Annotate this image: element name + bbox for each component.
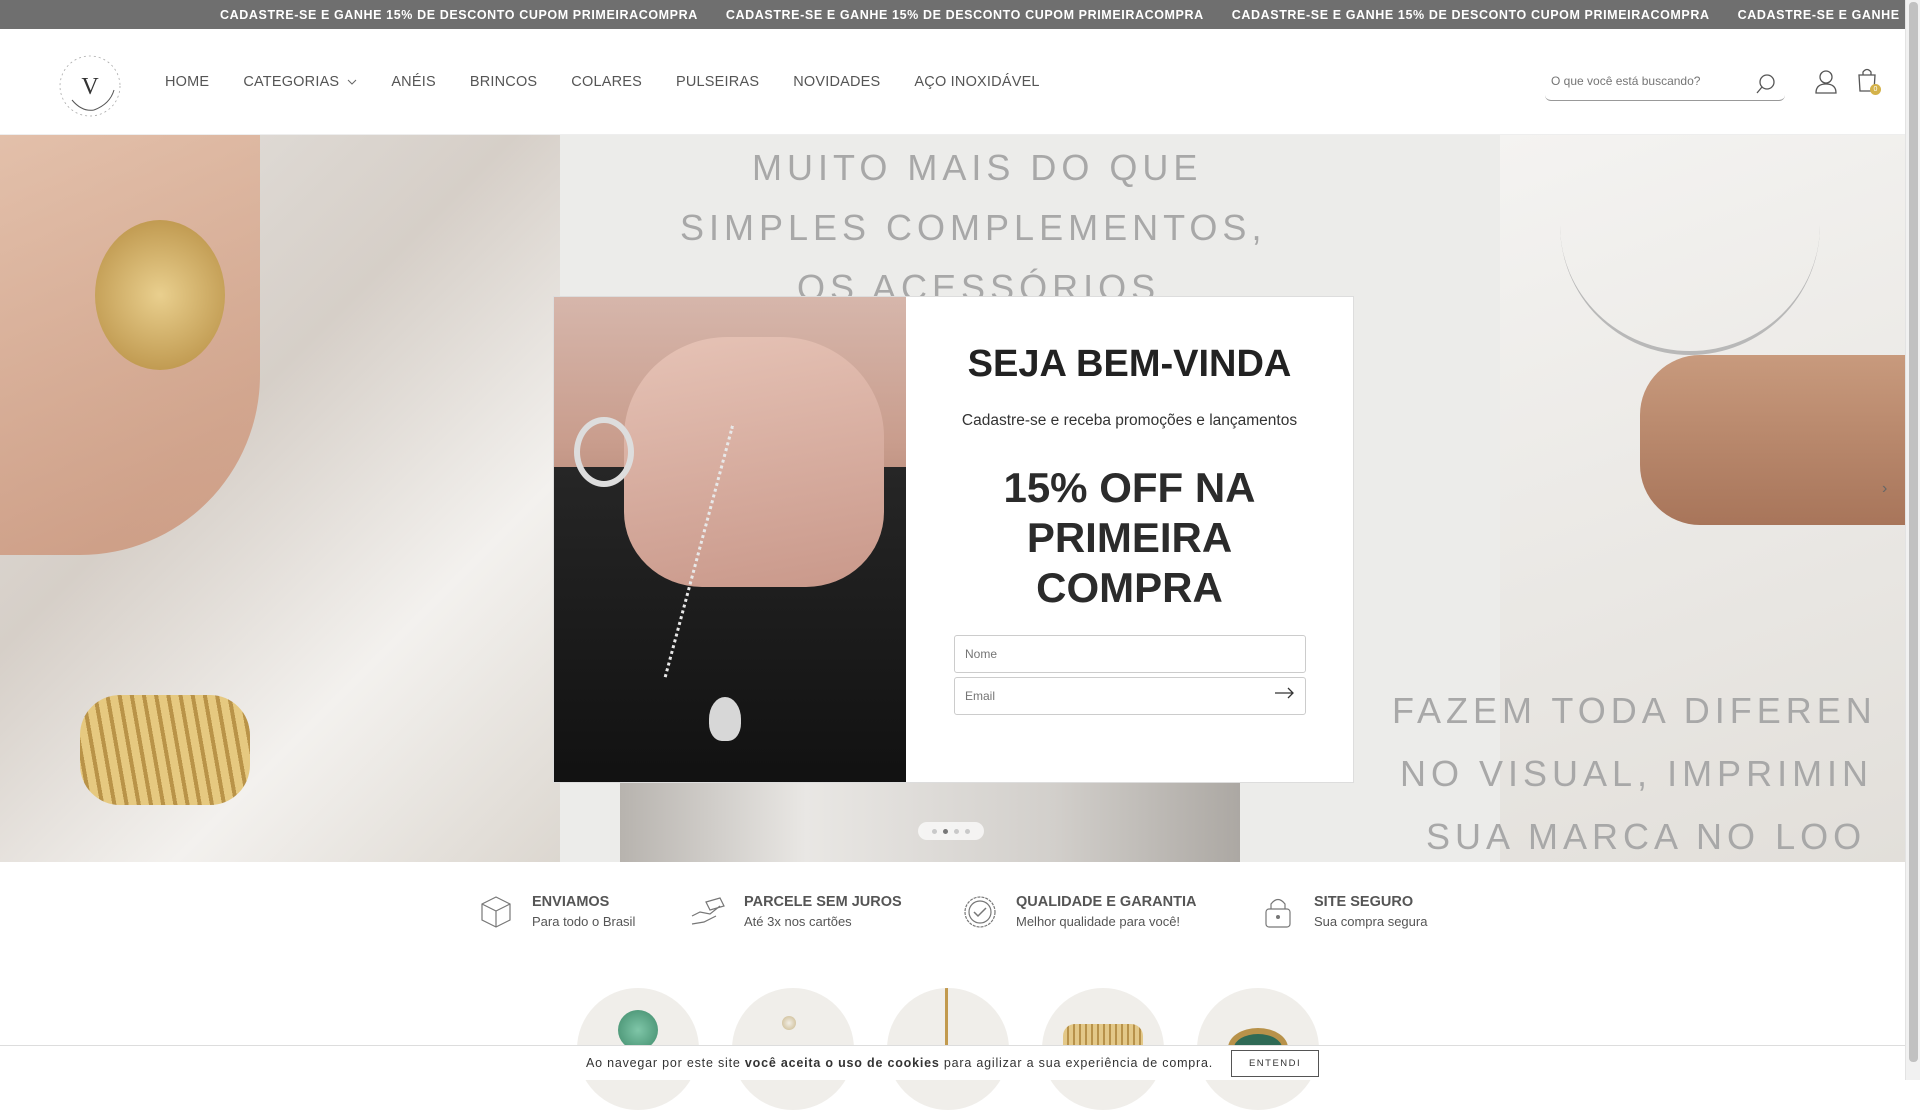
search-icon[interactable]	[1755, 73, 1777, 95]
scrollbar-thumb[interactable]	[1909, 2, 1918, 1062]
box-icon	[481, 896, 511, 928]
popup-offer: 15% OFF NA PRIMEIRA COMPRA	[1003, 464, 1256, 611]
feature-desc: Até 3x nos cartões	[744, 914, 852, 929]
nav-label: PULSEIRAS	[676, 74, 760, 90]
nav-home[interactable]: HOME	[165, 74, 209, 90]
brand-logo[interactable]: V	[54, 50, 126, 122]
accept-cookies-button[interactable]: ENTENDI	[1231, 1049, 1320, 1077]
feature-desc: Sua compra segura	[1314, 914, 1428, 929]
cart-count-badge: 0	[1870, 84, 1881, 95]
feature-title: SITE SEGURO	[1314, 894, 1414, 910]
announcement-text: CADASTRE-SE E GANHE 15% DE DESCONTO CUPO…	[725, 7, 1204, 22]
nav-colares[interactable]: COLARES	[571, 74, 642, 90]
hero-headline-line: SUA MARCA NO LOO	[1426, 816, 1867, 857]
search-box	[1545, 67, 1785, 101]
feature-title: QUALIDADE E GARANTIA	[1016, 894, 1197, 910]
cookie-text: Ao navegar por este site você aceita o u…	[586, 1056, 1213, 1070]
nav-label: NOVIDADES	[793, 74, 881, 90]
feature-item: SITE SEGURO Sua compra segura	[1260, 894, 1427, 930]
nav-categorias[interactable]: CATEGORIAS	[243, 74, 357, 90]
popup-subtitle: Cadastre-se e receba promoções e lançame…	[961, 412, 1298, 429]
features-strip: ENVIAMOS Para todo o Brasil PARCELE SEM J…	[0, 880, 1905, 950]
cookie-text-part: para agilizar a sua experiência de compr…	[939, 1056, 1214, 1070]
email-field-wrapper	[954, 677, 1306, 715]
popup-photo	[554, 297, 906, 782]
nav-label: AÇO INOXIDÁVEL	[914, 74, 1040, 90]
feature-item: PARCELE SEM JUROS Até 3x nos cartões	[690, 894, 902, 930]
hero-photo-left	[0, 135, 560, 862]
nav-label: ANÉIS	[391, 74, 436, 90]
email-field[interactable]	[955, 678, 1255, 714]
nav-label: HOME	[165, 74, 210, 90]
logo-letter: V	[81, 74, 99, 100]
nav-label: CATEGORIAS	[243, 74, 340, 90]
slider-dot[interactable]	[965, 828, 970, 834]
nav-pulseiras[interactable]: PULSEIRAS	[676, 74, 759, 90]
feature-title: PARCELE SEM JUROS	[744, 894, 902, 910]
page-scrollbar[interactable]	[1905, 0, 1920, 1080]
feature-item: ENVIAMOS Para todo o Brasil	[478, 894, 635, 930]
hero-headline-line: SIMPLES COMPLEMENTOS,	[680, 207, 1267, 248]
nav-novidades[interactable]: NOVIDADES	[793, 74, 880, 90]
name-field-wrapper	[954, 635, 1306, 673]
cookie-text-bold: você aceita o uso de cookies	[744, 1056, 940, 1070]
nav-brincos[interactable]: BRINCOS	[470, 74, 537, 90]
announcement-text: CADASTRE-SE E GANHE	[1737, 7, 1900, 22]
newsletter-popup: SEJA BEM-VINDA Cadastre-se e receba prom…	[553, 296, 1354, 783]
feature-desc: Melhor qualidade para você!	[1016, 914, 1181, 929]
hand-card-icon	[691, 897, 725, 925]
feature-item: QUALIDADE E GARANTIA Melhor qualidade par…	[962, 894, 1196, 930]
popup-title: SEJA BEM-VINDA	[967, 343, 1292, 385]
chevron-down-icon	[347, 79, 357, 85]
site-header: V HOME CATEGORIAS ANÉIS BRINCOS COLARES …	[0, 29, 1905, 135]
popup-content: SEJA BEM-VINDA Cadastre-se e receba prom…	[906, 297, 1353, 782]
announcement-text: CADASTRE-SE E GANHE 15% DE DESCONTO CUPO…	[220, 7, 698, 22]
hero-headline-line: NO VISUAL, IMPRIMIN	[1400, 753, 1874, 794]
hero-headline-line: MUITO MAIS DO QUE	[752, 147, 1203, 188]
slider-dots	[918, 822, 984, 840]
nav-aneis[interactable]: ANÉIS	[391, 74, 436, 90]
nav-label: COLARES	[571, 74, 642, 90]
cookie-text-part: Ao navegar por este site	[585, 1056, 745, 1070]
cookie-bar: Ao navegar por este site você aceita o u…	[0, 1045, 1905, 1080]
nav-aco-inoxidavel[interactable]: AÇO INOXIDÁVEL	[914, 74, 1039, 90]
slider-dot[interactable]	[943, 828, 948, 834]
name-field[interactable]	[955, 636, 1255, 672]
chevron-right-icon[interactable]: ›	[1882, 480, 1887, 498]
nav-label: BRINCOS	[469, 74, 538, 90]
check-badge-icon	[964, 896, 996, 928]
announcement-text: CADASTRE-SE E GANHE 15% DE DESCONTO CUPO…	[1231, 7, 1710, 22]
announcement-bar: CADASTRE-SE E GANHE 15% DE DESCONTO CUPO…	[0, 0, 1905, 29]
main-nav: HOME CATEGORIAS ANÉIS BRINCOS COLARES PU…	[165, 29, 1074, 135]
lock-icon	[1265, 898, 1291, 928]
slider-dot[interactable]	[954, 828, 959, 834]
arrow-right-icon[interactable]	[1275, 687, 1295, 699]
hero-headline-line: FAZEM TODA DIFEREN	[1392, 690, 1877, 731]
feature-desc: Para todo o Brasil	[532, 914, 636, 929]
slider-dot[interactable]	[932, 828, 937, 834]
feature-title: ENVIAMOS	[532, 894, 610, 910]
user-icon[interactable]	[1814, 69, 1838, 95]
search-input[interactable]	[1545, 67, 1745, 95]
